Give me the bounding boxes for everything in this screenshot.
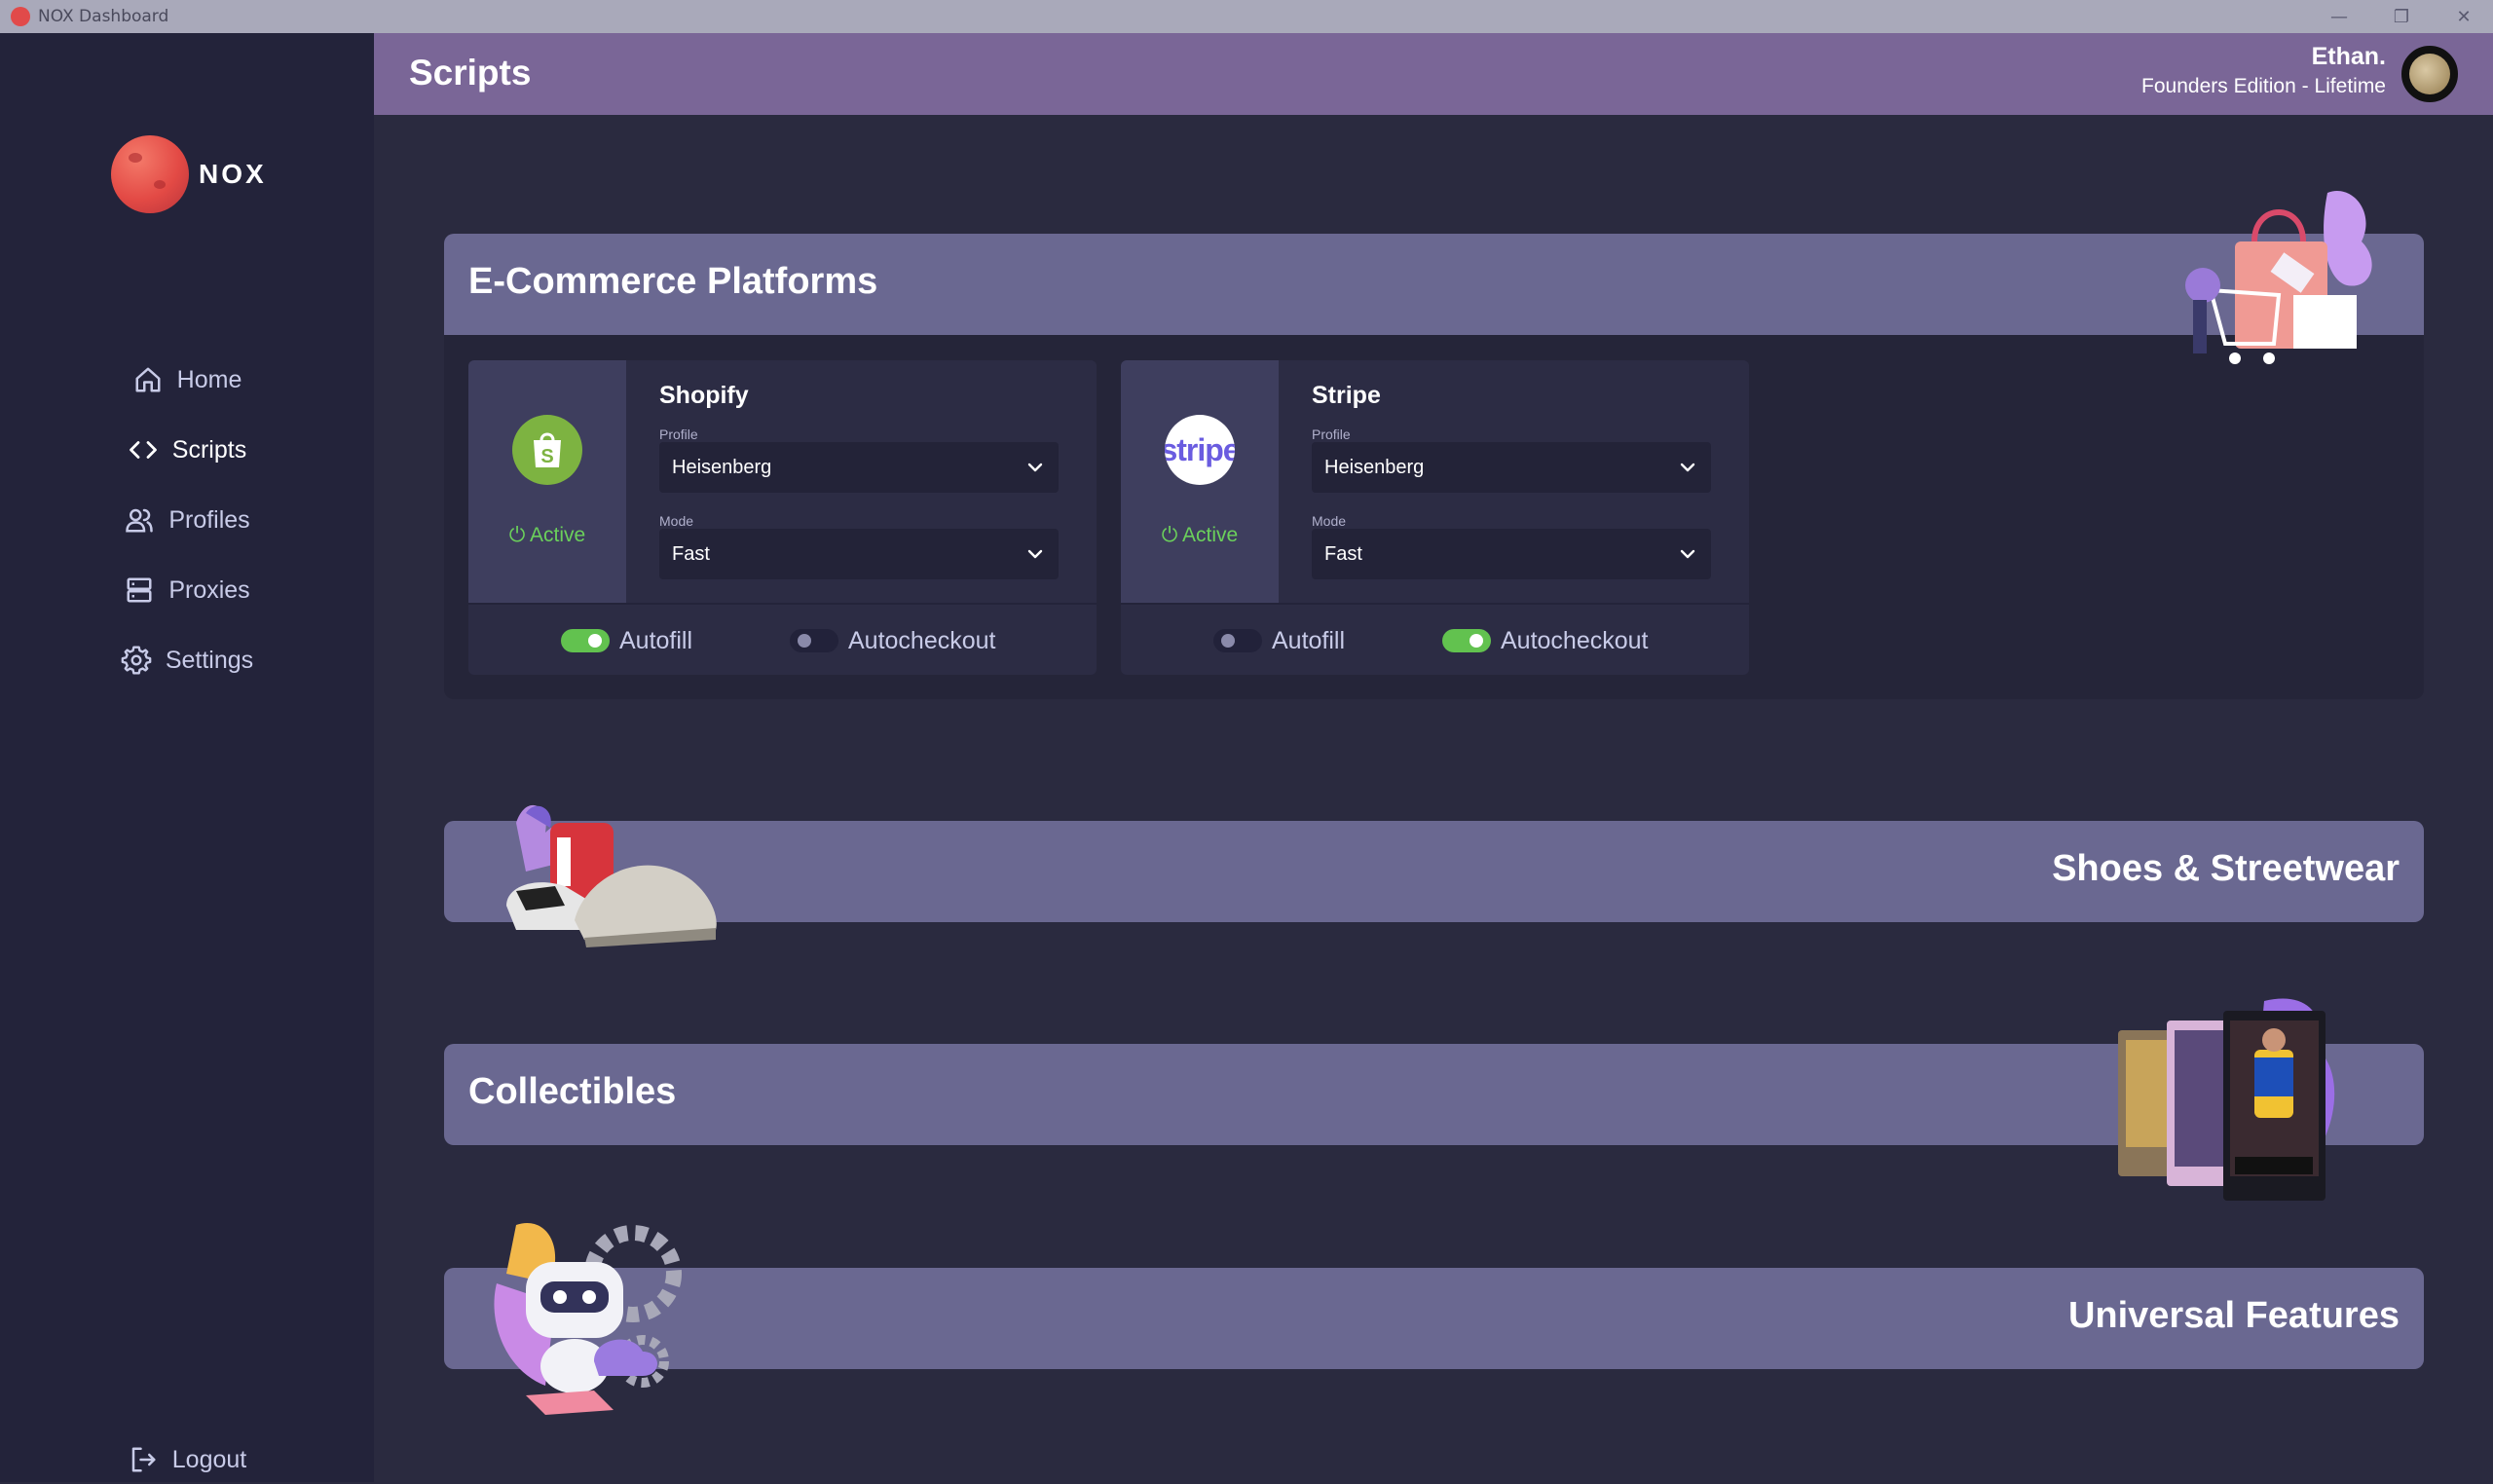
autofill-toggle[interactable] [561,629,610,652]
brand-logo[interactable]: NOX [111,135,267,213]
server-icon [124,575,155,606]
planet-logo-icon [111,135,189,213]
autocheckout-toggle-group[interactable]: Autocheckout [790,605,996,675]
sidebar-item-scripts[interactable]: Scripts [0,415,374,485]
brand-name: NOX [199,159,267,189]
section-title: E-Commerce Platforms [468,261,878,302]
home-icon [132,364,164,395]
section-shoes: Shoes & Streetwear [444,821,2424,922]
status-badge: ⏻ Active [468,524,626,547]
stripe-logo-icon: stripe [1165,415,1235,485]
svg-text:S: S [540,446,553,467]
sidebar-nav: Home Scripts Profiles Proxies Settings [0,345,374,695]
profile-label: Profile [1312,427,1351,442]
logout-label: Logout [171,1445,247,1473]
card-footer: Autofill Autocheckout [1121,603,1749,675]
users-icon [124,504,155,536]
sidebar-item-settings[interactable]: Settings [0,625,374,695]
mode-select[interactable]: Fast [1312,529,1711,579]
chevron-down-icon [1680,463,1695,472]
autofill-toggle-group[interactable]: Autofill [1213,605,1345,675]
mode-label: Mode [659,513,694,529]
mode-value: Fast [672,542,710,565]
sidebar-item-profiles[interactable]: Profiles [0,485,374,555]
platform-name: Shopify [659,382,749,409]
sidebar-item-proxies[interactable]: Proxies [0,555,374,625]
section-header-shoes[interactable]: Shoes & Streetwear [444,821,2424,922]
logout-icon [128,1444,159,1475]
sidebar: NOX Home Scripts Profiles Proxies Settin… [0,33,374,1482]
autofill-label: Autofill [619,626,693,654]
autocheckout-toggle[interactable] [1442,629,1491,652]
stripe-logo-text: stripe [1165,431,1235,467]
section-header-universal[interactable]: Universal Features [444,1268,2424,1369]
card-main: Stripe Profile Heisenberg Mode Fast [1279,360,1749,603]
autocheckout-toggle-group[interactable]: Autocheckout [1442,605,1649,675]
sidebar-item-label: Scripts [171,435,247,464]
chevron-down-icon [1027,549,1043,559]
window-titlebar: NOX Dashboard — ❐ ✕ [0,0,2493,33]
page-title: Scripts [409,53,532,93]
autocheckout-label: Autocheckout [848,626,996,654]
card-footer: Autofill Autocheckout [468,603,1097,675]
mode-select[interactable]: Fast [659,529,1059,579]
platform-name: Stripe [1312,382,1381,409]
status-text: Active [1182,524,1239,546]
status-badge: ⏻ Active [1121,524,1279,547]
profile-value: Heisenberg [1324,456,1425,478]
chevron-down-icon [1680,549,1695,559]
autofill-toggle-group[interactable]: Autofill [561,605,692,675]
section-title: Universal Features [2067,1295,2400,1336]
power-icon: ⏻ [508,524,531,546]
platform-card-shopify: S ⏻ Active Shopify Profile Heisenberg Mo… [468,360,1097,675]
sneakers-illustration [506,804,717,947]
robot-illustration [494,1223,682,1415]
profile-select[interactable]: Heisenberg [1312,442,1711,493]
mode-value: Fast [1324,542,1362,565]
sidebar-item-label: Profiles [168,505,250,534]
power-icon: ⏻ [1161,524,1183,546]
shopify-logo-icon: S [512,415,582,485]
avatar[interactable] [2401,46,2458,102]
card-side: stripe ⏻ Active [1121,360,1279,603]
autofill-toggle[interactable] [1213,629,1262,652]
status-text: Active [530,524,586,546]
section-universal: Universal Features [444,1268,2424,1369]
close-button[interactable]: ✕ [2454,7,2474,27]
sidebar-item-label: Settings [165,646,254,674]
window-controls: — ❐ ✕ [2329,0,2474,33]
trading-cards-illustration [2118,998,2335,1201]
section-header-ecommerce[interactable]: E-Commerce Platforms [444,234,2424,335]
restore-button[interactable]: ❐ [2392,7,2411,27]
user-name: Ethan. [2311,43,2386,70]
sidebar-item-label: Proxies [168,575,250,604]
profile-label: Profile [659,427,698,442]
sidebar-item-label: Home [176,365,242,393]
chevron-down-icon [1027,463,1043,472]
code-icon [128,434,159,465]
shopping-bag-illustration [2185,191,2372,364]
card-side: S ⏻ Active [468,360,626,603]
section-title: Shoes & Streetwear [2052,848,2400,889]
autocheckout-label: Autocheckout [1501,626,1649,654]
platform-card-stripe: stripe ⏻ Active Stripe Profile Heisenber… [1121,360,1749,675]
profile-value: Heisenberg [672,456,772,478]
autofill-label: Autofill [1272,626,1346,654]
window-title: NOX Dashboard [38,7,169,26]
profile-select[interactable]: Heisenberg [659,442,1059,493]
user-info: Ethan. Founders Edition - Lifetime [2141,43,2386,98]
page-header: Scripts Ethan. Founders Edition - Lifeti… [374,33,2493,115]
app-icon [11,7,30,26]
minimize-button[interactable]: — [2329,7,2349,27]
section-title: Collectibles [468,1071,677,1112]
autocheckout-toggle[interactable] [790,629,838,652]
sidebar-item-home[interactable]: Home [0,345,374,415]
logout-button[interactable]: Logout [0,1435,374,1484]
user-plan: Founders Edition - Lifetime [2141,75,2386,97]
gear-icon [121,645,152,676]
section-ecommerce: E-Commerce Platforms S ⏻ Active Shopify … [444,234,2424,699]
mode-label: Mode [1312,513,1347,529]
card-main: Shopify Profile Heisenberg Mode Fast [626,360,1097,603]
